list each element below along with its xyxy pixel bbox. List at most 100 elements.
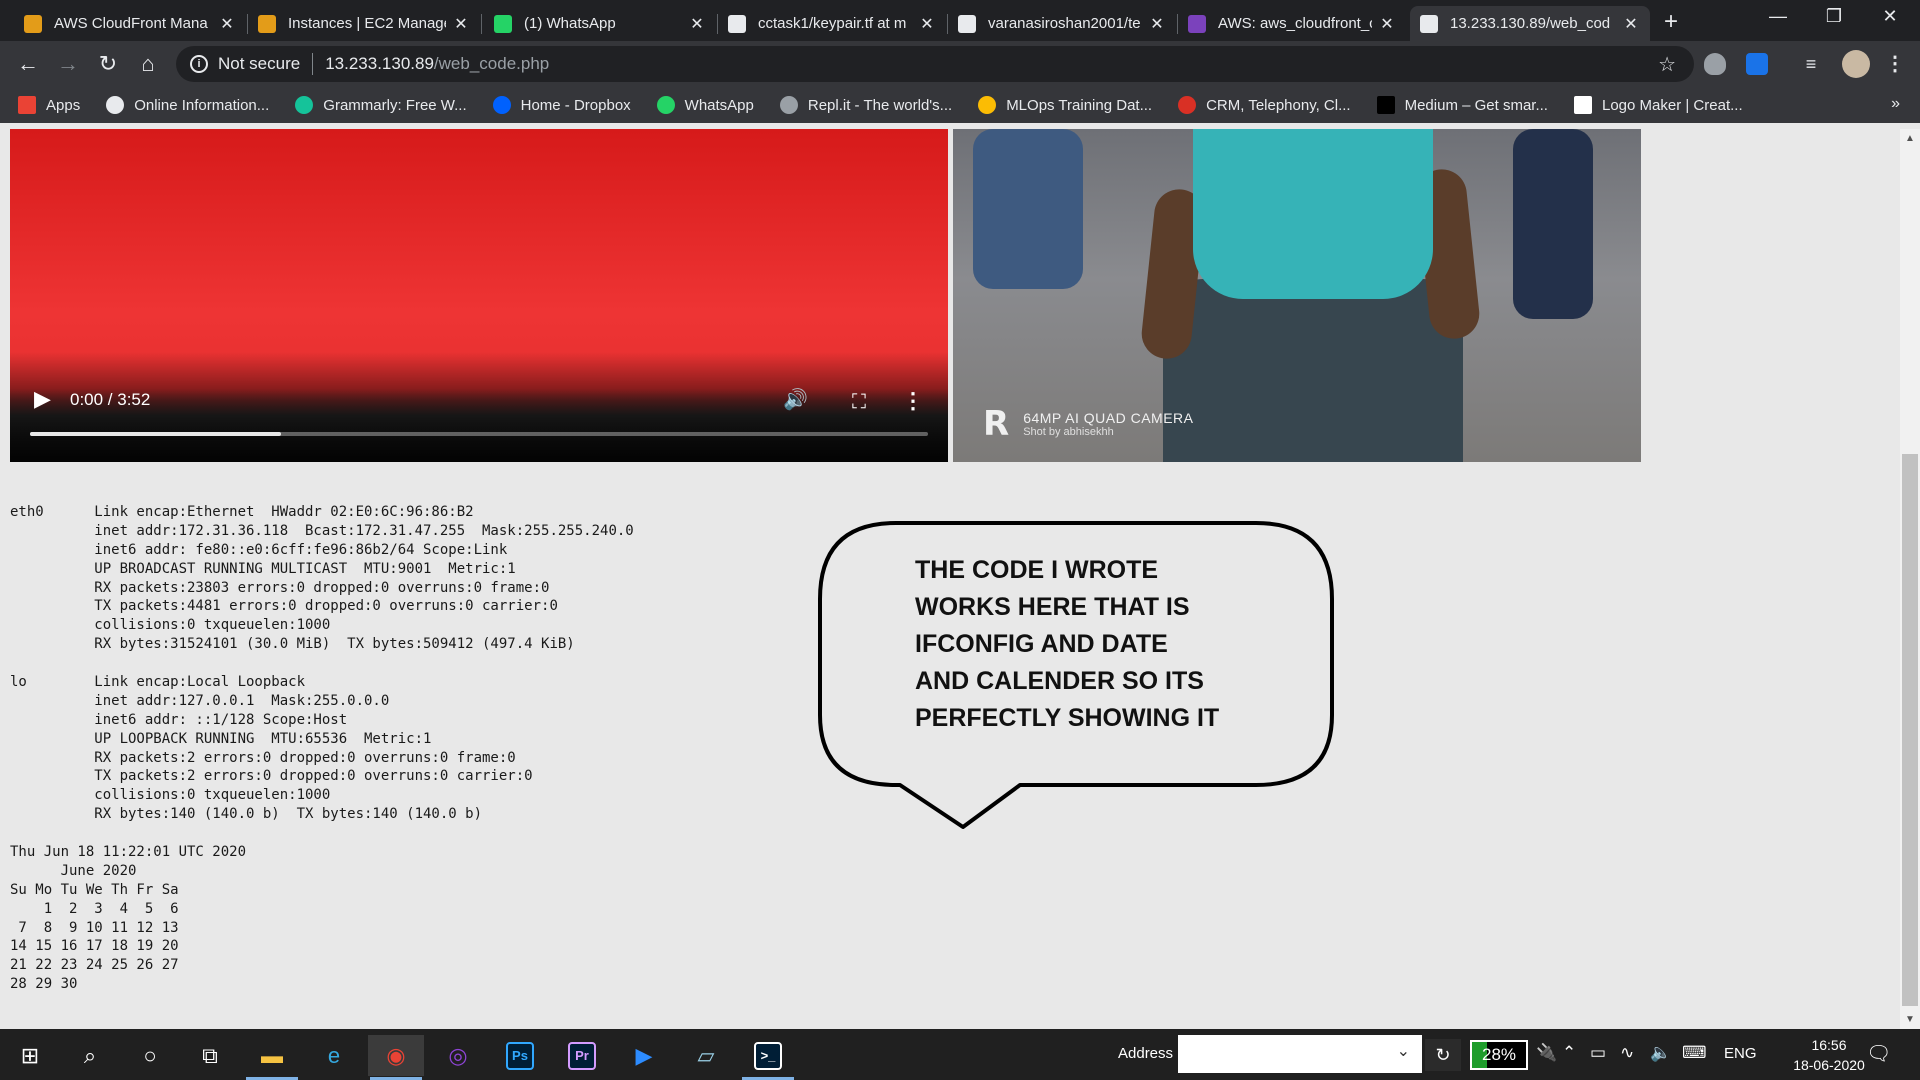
output-line: inet6 addr: ::1/128 Scope:Host xyxy=(10,711,348,728)
media-control-icon[interactable]: ≡ xyxy=(1800,53,1822,75)
new-tab-button[interactable]: + xyxy=(1655,8,1687,36)
bookmark-item[interactable]: Medium – Get smar... xyxy=(1376,96,1548,114)
profile-avatar[interactable] xyxy=(1842,50,1870,78)
terminal-icon[interactable]: >_ xyxy=(740,1035,796,1080)
home-button[interactable]: ⌂ xyxy=(134,50,162,78)
media-player-icon[interactable]: ◎ xyxy=(430,1035,486,1076)
output-line: TX packets:2 errors:0 dropped:0 overruns… xyxy=(10,768,533,785)
minimize-button[interactable]: — xyxy=(1750,6,1806,27)
watermark-line1: 64MP AI QUAD CAMERA xyxy=(1023,410,1194,426)
edge-icon[interactable]: e xyxy=(306,1035,362,1076)
close-window-button[interactable]: ✕ xyxy=(1862,6,1918,27)
bookmark-item[interactable]: MLOps Training Dat... xyxy=(978,96,1152,114)
bookmark-item[interactable]: WhatsApp xyxy=(656,96,754,114)
bookmark-item[interactable]: Online Information... xyxy=(106,96,269,114)
photo-image: R 64MP AI QUAD CAMERA Shot by abhisekhh xyxy=(953,129,1641,462)
output-line: collisions:0 txqueuelen:1000 xyxy=(10,617,331,634)
video-seek-bar[interactable] xyxy=(30,432,928,436)
bookmark-label: Grammarly: Free W... xyxy=(323,96,467,114)
notepad-icon[interactable]: ▱ xyxy=(678,1035,734,1076)
browser-tab[interactable]: Instances | EC2 Manage ✕ xyxy=(248,6,480,41)
task-view-icon[interactable]: ⧉ xyxy=(182,1035,238,1076)
language-indicator[interactable]: ENG xyxy=(1724,1045,1757,1062)
github-icon xyxy=(958,14,976,33)
power-plug-icon[interactable]: 🔌 xyxy=(1536,1043,1557,1063)
battery-percent: 28% xyxy=(1481,1045,1517,1064)
bookmark-label: Online Information... xyxy=(134,96,270,114)
close-tab-icon[interactable]: ✕ xyxy=(218,14,236,34)
scroll-down-arrow-icon[interactable]: ▼ xyxy=(1905,1014,1915,1025)
output-line: Su Mo Tu We Th Fr Sa xyxy=(10,881,179,898)
bookmark-star-icon[interactable]: ☆ xyxy=(1658,52,1676,77)
chrome-menu-icon[interactable]: ⋮ xyxy=(1884,53,1906,75)
output-line: collisions:0 txqueuelen:1000 xyxy=(10,787,331,804)
close-tab-icon[interactable]: ✕ xyxy=(1622,14,1640,34)
battery-meter[interactable]: 28% xyxy=(1470,1040,1528,1070)
bookmark-label: Apps xyxy=(46,96,81,114)
file-explorer-icon[interactable]: ▬ xyxy=(244,1035,300,1080)
browser-tab[interactable]: AWS CloudFront Mana ✕ xyxy=(14,6,246,41)
site-info-icon[interactable]: i xyxy=(190,55,208,73)
close-tab-icon[interactable]: ✕ xyxy=(688,14,706,34)
fullscreen-icon[interactable]: ⛶ xyxy=(852,391,866,414)
windows-start-icon[interactable]: ⊞ xyxy=(2,1035,58,1076)
browser-tab[interactable]: varanasiroshan2001/te ✕ xyxy=(948,6,1176,41)
zoom-icon[interactable]: ▶ xyxy=(616,1035,672,1076)
show-hidden-icons-icon[interactable]: ⌃ xyxy=(1562,1043,1576,1063)
volume-icon[interactable]: 🔊 xyxy=(783,387,808,412)
output-line: Thu Jun 18 11:22:01 UTC 2020 xyxy=(10,844,247,861)
scroll-up-arrow-icon[interactable]: ▲ xyxy=(1905,133,1915,144)
close-tab-icon[interactable]: ✕ xyxy=(452,14,470,34)
battery-icon[interactable]: ▭ xyxy=(1590,1043,1606,1063)
search-icon[interactable]: ⌕ xyxy=(62,1035,118,1076)
bookmark-item[interactable]: CRM, Telephony, Cl... xyxy=(1178,96,1351,114)
video-more-options-icon[interactable]: ⋮ xyxy=(902,388,924,414)
forward-button[interactable]: → xyxy=(54,50,82,78)
page-scrollbar[interactable]: ▲ ▼ xyxy=(1900,129,1920,1029)
video-controls: ▶ 0:00 / 3:52 🔊 ⛶ ⋮ xyxy=(10,352,948,462)
chrome-icon[interactable]: ◉ xyxy=(368,1035,424,1080)
back-button[interactable]: ← xyxy=(14,50,42,78)
address-toolbar-input[interactable]: ⌄ xyxy=(1178,1035,1422,1073)
system-clock[interactable]: 16:56 18-06-2020 xyxy=(1786,1035,1872,1075)
video-player[interactable]: ▶ 0:00 / 3:52 🔊 ⛶ ⋮ xyxy=(10,129,948,462)
reload-button[interactable]: ↻ xyxy=(94,50,122,78)
browser-tab[interactable]: 13.233.130.89/web_cod ✕ xyxy=(1410,6,1650,41)
google-drive-icon xyxy=(978,96,997,114)
browser-tab[interactable]: AWS: aws_cloudfront_c ✕ xyxy=(1178,6,1406,41)
chevron-down-icon[interactable]: ⌄ xyxy=(1397,1041,1410,1061)
browser-tab[interactable]: (1) WhatsApp ✕ xyxy=(484,6,716,41)
action-center-icon[interactable]: 🗨 xyxy=(1866,1041,1891,1066)
bookmarks-bar: Apps Online Information... Grammarly: Free… xyxy=(0,87,1920,123)
photo-background-person xyxy=(1513,129,1593,319)
shield-extension-icon[interactable] xyxy=(1704,53,1726,75)
output-line: RX packets:2 errors:0 dropped:0 overruns… xyxy=(10,749,516,766)
scrollbar-thumb[interactable] xyxy=(1902,454,1918,1006)
callout-line: IFCONFIG AND DATE xyxy=(915,630,1168,658)
address-bar[interactable]: i Not secure 13.233.130.89/web_code.php … xyxy=(176,46,1694,82)
translate-extension-icon[interactable] xyxy=(1746,53,1768,75)
bookmark-item[interactable]: Home - Dropbox xyxy=(492,96,631,114)
browser-tab[interactable]: cctask1/keypair.tf at m ✕ xyxy=(718,6,946,41)
close-tab-icon[interactable]: ✕ xyxy=(1148,14,1166,34)
cortana-icon[interactable]: ○ xyxy=(122,1035,178,1076)
maximize-button[interactable]: ❐ xyxy=(1806,6,1862,27)
bookmarks-overflow-button[interactable]: » xyxy=(1891,95,1900,113)
play-icon[interactable]: ▶ xyxy=(34,386,51,412)
speaker-icon[interactable]: 🔈 xyxy=(1650,1043,1671,1063)
clock-date: 18-06-2020 xyxy=(1793,1057,1865,1073)
output-line: inet addr:172.31.36.118 Bcast:172.31.47.… xyxy=(10,522,634,539)
bookmark-item[interactable]: Apps xyxy=(18,96,80,114)
bookmark-item[interactable]: Logo Maker | Creat... xyxy=(1573,96,1743,114)
bookmark-item[interactable]: Grammarly: Free W... xyxy=(295,96,467,114)
wifi-icon[interactable]: ∿ xyxy=(1620,1043,1634,1063)
premiere-icon[interactable]: Pr xyxy=(554,1035,610,1076)
keyboard-icon[interactable]: ⌨ xyxy=(1682,1043,1707,1063)
photoshop-icon[interactable]: Ps xyxy=(492,1035,548,1076)
close-tab-icon[interactable]: ✕ xyxy=(1378,14,1396,34)
bookmark-item[interactable]: Repl.it - The world's... xyxy=(779,96,952,114)
close-tab-icon[interactable]: ✕ xyxy=(918,14,936,34)
address-refresh-icon[interactable]: ↻ xyxy=(1425,1039,1461,1071)
clock-time: 16:56 xyxy=(1811,1037,1847,1053)
photoshop-glyph: Ps xyxy=(506,1041,534,1070)
